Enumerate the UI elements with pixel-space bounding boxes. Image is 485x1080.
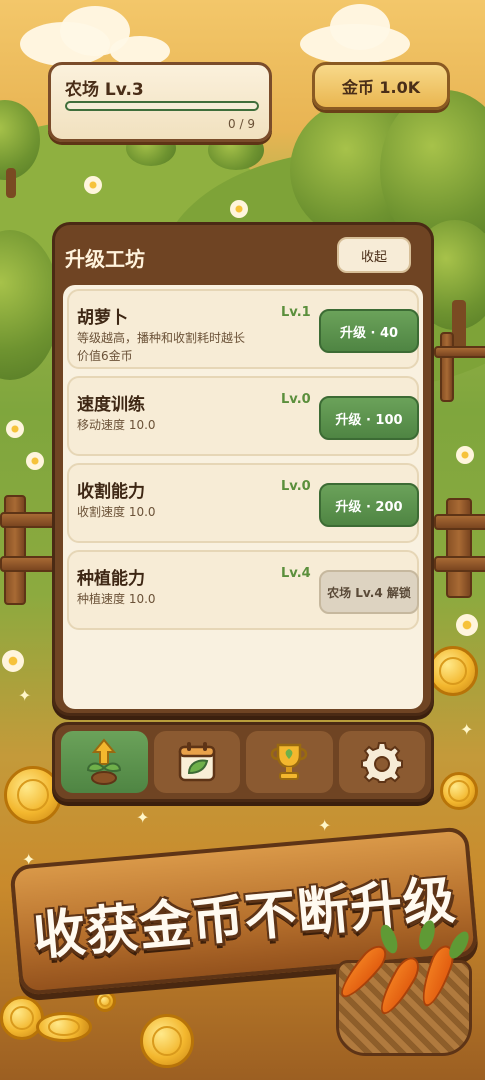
flower-icon <box>84 176 102 194</box>
farm-level-card: 农场 Lv.3 0 / 9 <box>48 62 272 142</box>
upgrade-level: Lv.0 <box>281 392 311 407</box>
tab-settings[interactable] <box>338 731 425 793</box>
gear-icon <box>360 742 403 783</box>
upgrade-row-harvest: 收割能力 收割速度 10.0 Lv.0 升级 · 200 <box>67 463 419 543</box>
sprout-upgrade-icon <box>87 738 122 785</box>
coin-icon <box>440 772 478 810</box>
upgrade-desc-line: 种植速度 10.0 <box>77 592 156 606</box>
farm-level-title: 农场 Lv.3 <box>65 80 144 100</box>
sparkle-icon: ✦ <box>136 808 150 827</box>
upgrade-desc-line: 移动速度 10.0 <box>77 418 156 432</box>
fence-rail <box>434 346 485 358</box>
flower-icon <box>26 452 44 470</box>
upgrade-desc-line: 收割速度 10.0 <box>77 505 156 519</box>
upgrade-button-harvest[interactable]: 升级 · 200 <box>319 483 419 527</box>
flower-icon <box>456 614 478 636</box>
upgrade-button-carrot[interactable]: 升级 · 40 <box>319 309 419 353</box>
upgrade-row-carrot: 胡萝卜 等级越高，播种和收割耗时越长 价值6金币 Lv.1 升级 · 40 <box>67 289 419 369</box>
gold-counter: 金币 1.0K <box>312 62 450 110</box>
tree-trunk <box>452 300 466 350</box>
coin-icon <box>94 990 116 1012</box>
farm-progress-bar <box>65 101 259 111</box>
coin-icon <box>140 1014 194 1068</box>
collapse-button[interactable]: 收起 <box>337 237 411 273</box>
upgrade-desc: 收割速度 10.0 <box>77 503 156 521</box>
fence-rail <box>0 556 56 572</box>
upgrade-row-planting: 种植能力 种植速度 10.0 Lv.4 农场 Lv.4 解锁 <box>67 550 419 630</box>
trophy-icon <box>271 743 308 780</box>
upgrade-button-speed[interactable]: 升级 · 100 <box>319 396 419 440</box>
coin-icon <box>36 1012 92 1042</box>
upgrade-desc: 移动速度 10.0 <box>77 416 156 434</box>
coin-icon <box>0 996 44 1040</box>
tab-trophy[interactable] <box>246 731 333 793</box>
upgrade-desc: 种植速度 10.0 <box>77 590 156 608</box>
upgrade-name: 速度训练 <box>77 395 145 415</box>
upgrade-name: 收割能力 <box>77 482 145 502</box>
bottom-nav <box>52 722 434 802</box>
upgrade-list: 胡萝卜 等级越高，播种和收割耗时越长 价值6金币 Lv.1 升级 · 40 速度… <box>63 285 423 709</box>
farm-progress-text: 0 / 9 <box>228 117 255 131</box>
upgrade-level: Lv.1 <box>281 305 311 320</box>
fence-rail <box>434 556 485 572</box>
sparkle-icon: ✦ <box>318 816 332 835</box>
upgrade-row-speed: 速度训练 移动速度 10.0 Lv.0 升级 · 100 <box>67 376 419 456</box>
upgrade-button-planting-locked[interactable]: 农场 Lv.4 解锁 <box>319 570 419 614</box>
sparkle-icon: ✦ <box>460 720 474 739</box>
tab-calendar[interactable] <box>153 731 240 793</box>
upgrade-level: Lv.4 <box>281 566 311 581</box>
calendar-leaf-icon <box>178 742 215 782</box>
fence-rail <box>0 512 56 528</box>
tree-trunk <box>6 168 16 198</box>
upgrade-name: 胡萝卜 <box>77 308 128 328</box>
flower-icon <box>2 650 24 672</box>
upgrade-level: Lv.0 <box>281 479 311 494</box>
coin-icon <box>428 646 478 696</box>
upgrade-desc-line: 等级越高，播种和收割耗时越长 <box>77 331 246 345</box>
upgrade-desc: 等级越高，播种和收割耗时越长 价值6金币 <box>77 329 245 365</box>
promo-banner-text: 收获金币不断升级 <box>30 870 459 968</box>
tab-upgrade[interactable] <box>61 731 148 793</box>
upgrade-panel: 升级工坊 收起 胡萝卜 等级越高，播种和收割耗时越长 价值6金币 Lv.1 升级… <box>52 222 434 716</box>
upgrade-desc-line: 价值6金币 <box>77 349 133 363</box>
fence-rail <box>434 514 485 530</box>
fence-post <box>446 498 472 598</box>
panel-title: 升级工坊 <box>65 247 145 271</box>
sparkle-icon: ✦ <box>18 686 32 705</box>
flower-icon <box>6 420 24 438</box>
upgrade-name: 种植能力 <box>77 569 145 589</box>
fence-post <box>440 332 454 402</box>
flower-icon <box>456 446 474 464</box>
cloud <box>330 4 390 50</box>
flower-icon <box>230 200 248 218</box>
